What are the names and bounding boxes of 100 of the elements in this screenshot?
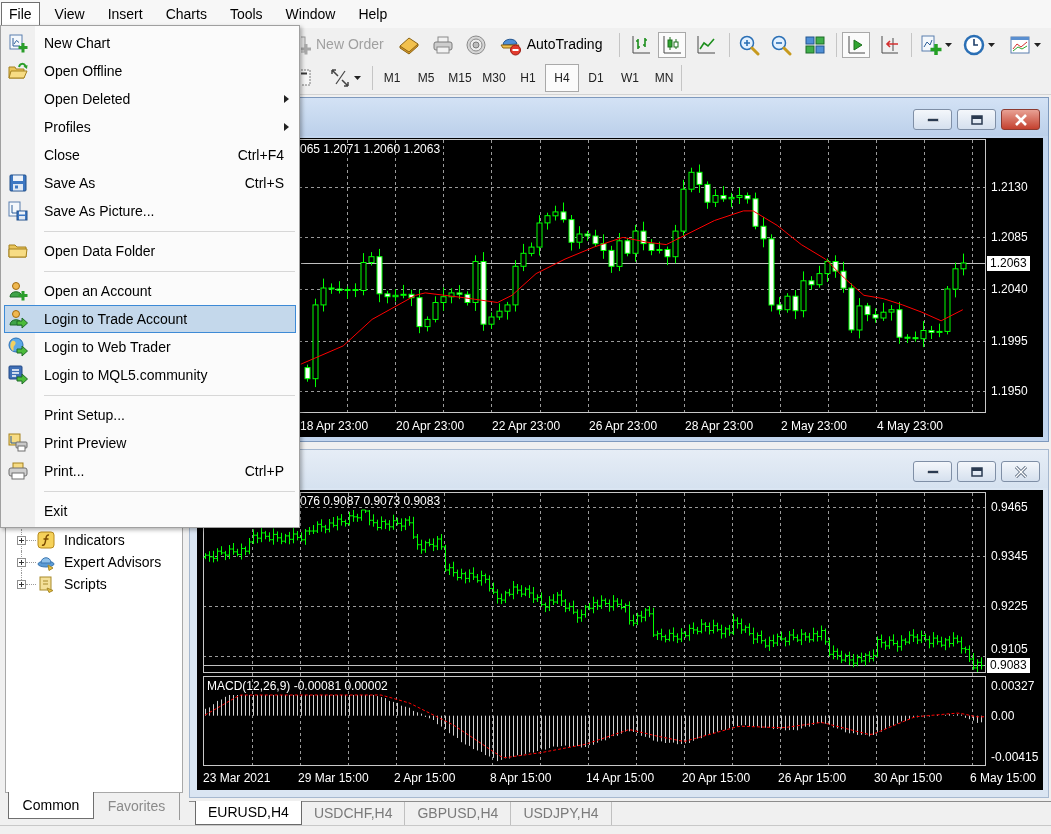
time-label: 29 Mar 15:00 <box>298 771 369 785</box>
menu-item[interactable]: Exit <box>4 497 296 525</box>
target-icon <box>464 33 487 56</box>
line-chart-icon <box>695 33 718 56</box>
printer-icon <box>431 33 454 56</box>
zoom-out-icon <box>770 33 793 56</box>
tree-item[interactable]: Expert Advisors <box>37 551 162 573</box>
chart-play-icon <box>845 33 868 56</box>
document-icon <box>37 575 55 593</box>
time-label: 26 Apr 15:00 <box>778 771 847 785</box>
time-label: 20 Apr 23:00 <box>396 419 465 433</box>
timeframe-button[interactable]: MN <box>647 63 681 92</box>
caret-icon <box>945 42 953 47</box>
minimize-icon <box>926 117 939 122</box>
menu-bar-item[interactable]: Insert <box>99 1 151 27</box>
menu-item[interactable]: Print Preview <box>4 429 296 457</box>
window-chart-icon <box>1009 33 1032 56</box>
chart-tab[interactable]: EURUSD,H4 <box>195 801 302 825</box>
menu-item[interactable]: Print Setup... <box>4 401 296 429</box>
menu-item[interactable]: Open Data Folder <box>4 237 296 265</box>
minimize-button[interactable] <box>913 109 952 130</box>
price-readout: 076 0.9087 0.9073 0.9083 <box>300 494 441 508</box>
menu-bar-item[interactable]: View <box>46 1 93 27</box>
time-label: 4 May 23:00 <box>877 419 944 433</box>
price-label: 0.9465 <box>991 500 1028 514</box>
caret-icon <box>1034 42 1042 47</box>
menu-bar-item[interactable]: Help <box>350 1 396 27</box>
expand-icon[interactable] <box>17 557 26 567</box>
maximize-button[interactable] <box>957 109 996 130</box>
candlestick-icon <box>661 33 684 56</box>
close-icon <box>1013 465 1028 478</box>
menu-item[interactable]: Save As Ctrl+S <box>4 169 296 197</box>
navigator-tab[interactable]: Common <box>8 792 94 819</box>
time-label: 28 Apr 23:00 <box>685 419 754 433</box>
chart-type-button[interactable] <box>658 31 687 58</box>
menu-item[interactable]: Login to MQL5.community <box>4 361 296 389</box>
folder-icon <box>8 241 28 261</box>
folder-arrow-icon <box>8 61 28 81</box>
price-label: 1.1950 <box>991 384 1028 398</box>
menu-item[interactable]: Print... Ctrl+P <box>4 457 296 485</box>
timeframe-button[interactable]: H1 <box>511 63 545 92</box>
shortcut-text: Ctrl+P <box>244 461 284 481</box>
menu-bar-item[interactable]: Window <box>277 1 344 27</box>
menu-item[interactable]: New Chart <box>4 29 296 57</box>
menu-item[interactable]: Login to Web Trader <box>4 333 296 361</box>
maximize-icon <box>970 114 983 125</box>
menu-item[interactable]: Open an Account <box>4 277 296 305</box>
timeframe-button[interactable]: H4 <box>545 63 579 92</box>
chart-floppy-icon <box>8 201 28 221</box>
current-price-label: 0.9083 <box>987 658 1030 673</box>
menu-bar-item[interactable]: Tools <box>221 1 271 27</box>
caret-right-icon <box>284 123 289 131</box>
autotrading-button[interactable]: AutoTrading <box>496 31 608 58</box>
timeframe-button[interactable]: M15 <box>443 63 477 92</box>
person-arrow-icon <box>8 309 28 329</box>
caret-icon <box>988 42 996 47</box>
time-label: 14 Apr 15:00 <box>586 771 655 785</box>
timeframe-button[interactable]: M5 <box>409 63 443 92</box>
toolbar-button[interactable] <box>842 31 871 58</box>
tree-item[interactable]: Indicators <box>37 529 125 551</box>
minimize-button[interactable] <box>913 461 952 482</box>
tree-item[interactable]: Scripts <box>37 573 107 595</box>
close-button[interactable] <box>1001 461 1040 482</box>
price-label: 0.9105 <box>991 642 1028 656</box>
timeframe-button[interactable]: M30 <box>477 63 511 92</box>
close-icon <box>1013 113 1028 126</box>
menu-item[interactable]: Close Ctrl+F4 <box>4 141 296 169</box>
price-label: 0.9345 <box>991 549 1028 563</box>
time-label: 23 Mar 2021 <box>203 771 271 785</box>
bar-chart-icon <box>630 33 653 56</box>
timeframe-button[interactable]: D1 <box>579 63 613 92</box>
maximize-icon <box>970 466 983 477</box>
menu-item[interactable]: Profiles <box>4 113 296 141</box>
menu-bar-item[interactable]: File <box>1 1 40 27</box>
expand-icon[interactable] <box>17 535 26 545</box>
price-label: 1.1995 <box>991 334 1028 348</box>
expand-icon[interactable] <box>17 579 26 589</box>
timeframe-button[interactable]: M1 <box>375 63 409 92</box>
menu-bar-item[interactable]: Charts <box>157 1 215 27</box>
maximize-button[interactable] <box>957 461 996 482</box>
time-label: 18 Apr 23:00 <box>300 419 369 433</box>
time-label: 2 Apr 15:00 <box>394 771 456 785</box>
shortcut-text: Ctrl+S <box>244 173 284 193</box>
frame-icon[interactable] <box>301 68 312 87</box>
time-label: 22 Apr 23:00 <box>492 419 561 433</box>
person-plus-icon <box>8 281 28 301</box>
time-label: 30 Apr 15:00 <box>874 771 943 785</box>
menu-item[interactable]: Open Deleted <box>4 85 296 113</box>
price-label: 1.2130 <box>991 180 1028 194</box>
timeframe-button[interactable]: W1 <box>613 63 647 92</box>
function-icon <box>37 531 55 549</box>
clock-icon <box>963 33 986 56</box>
menu-item[interactable]: Login to Trade Account <box>4 305 296 333</box>
price-label: 1.2085 <box>991 230 1028 244</box>
menu-item[interactable]: Open Offline <box>4 57 296 85</box>
close-button[interactable] <box>1001 109 1040 130</box>
caret-right-icon <box>284 95 289 103</box>
arrows-icon <box>329 66 351 89</box>
indicator-scale-label: -0.00415 <box>991 750 1039 764</box>
menu-item[interactable]: Save As Picture... <box>4 197 296 225</box>
